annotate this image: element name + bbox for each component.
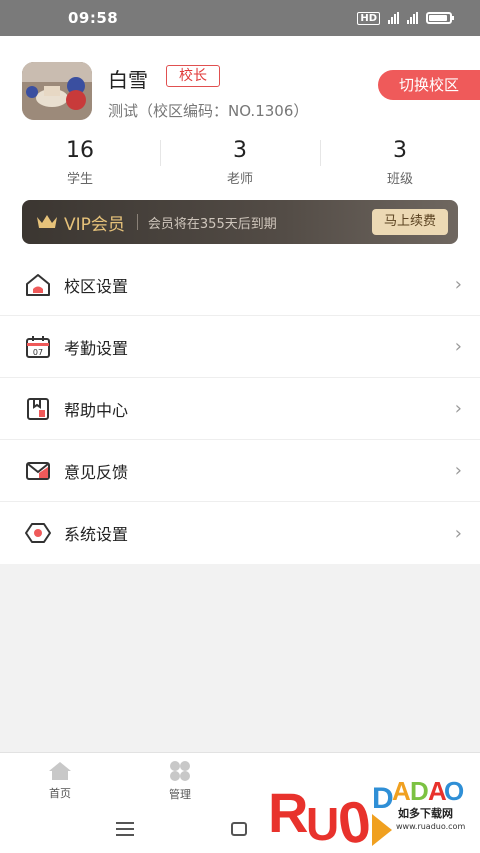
envelope-icon: [24, 457, 52, 485]
stat-value: 16: [66, 138, 94, 163]
chevron-right-icon: ›: [454, 522, 462, 544]
signal-icon-2: [407, 12, 418, 24]
stat-students[interactable]: 16 学生: [0, 136, 160, 192]
chevron-right-icon: ›: [454, 274, 462, 295]
status-icons: HD: [357, 11, 454, 25]
menu-item-system-settings[interactable]: 系统设置 ›: [0, 502, 480, 564]
stat-value: 3: [233, 138, 247, 163]
stat-teachers[interactable]: 3 老师: [160, 136, 320, 192]
svg-text:D: D: [410, 776, 429, 806]
battery-icon: [426, 12, 454, 24]
vip-expiry-text: 会员将在355天后到期: [147, 216, 277, 232]
menu-label: 系统设置: [64, 525, 129, 544]
menu-item-attendance-settings[interactable]: 07 考勤设置 ›: [0, 316, 480, 378]
chevron-right-icon: ›: [454, 398, 462, 419]
grid-icon: [170, 760, 190, 781]
menu-item-help-center[interactable]: 帮助中心 ›: [0, 378, 480, 440]
home-icon: [49, 761, 71, 780]
watermark-cn: 如多下载网: [398, 807, 453, 820]
svg-text:0: 0: [334, 788, 375, 850]
tab-label: 首页: [49, 786, 71, 800]
stat-label: 老师: [226, 172, 253, 187]
tab-home[interactable]: 首页: [0, 753, 120, 808]
tab-label: 管理: [169, 787, 191, 801]
status-time: 09:58: [68, 9, 119, 27]
profile-card: 白雪 校长 测试（校区编码：NO.1306） 切换校区 16 学生 3 老师 3…: [0, 36, 480, 258]
stat-label: 学生: [66, 172, 93, 187]
svg-text:O: O: [444, 776, 464, 806]
svg-text:D: D: [372, 782, 394, 815]
chevron-right-icon: ›: [454, 336, 462, 357]
settings-menu: 校区设置 › 07 考勤设置 › 帮助中心 › 意见反馈 › 系统设置 ›: [0, 254, 480, 564]
user-name: 白雪: [108, 68, 148, 92]
menu-label: 考勤设置: [64, 338, 129, 358]
settings-hex-icon: [24, 519, 52, 547]
calendar-icon: 07: [24, 333, 52, 361]
nav-home-icon[interactable]: [231, 822, 247, 836]
menu-item-feedback[interactable]: 意见反馈 ›: [0, 440, 480, 502]
watermark-url: www.ruaduo.com: [396, 822, 466, 831]
role-badge: 校长: [166, 65, 220, 87]
stat-classes[interactable]: 3 班级: [320, 136, 480, 192]
avatar[interactable]: [22, 62, 92, 120]
vip-title: VIP会员: [64, 214, 125, 235]
chevron-right-icon: ›: [454, 460, 462, 481]
svg-text:R: R: [268, 781, 308, 844]
menu-label: 意见反馈: [64, 462, 129, 482]
menu-label: 帮助中心: [64, 400, 129, 420]
menu-item-campus-settings[interactable]: 校区设置 ›: [0, 254, 480, 316]
stat-value: 3: [393, 138, 407, 163]
renew-button[interactable]: 马上续费: [371, 209, 448, 235]
nav-menu-icon[interactable]: [116, 822, 134, 840]
signal-icon: [388, 12, 399, 24]
vip-banner[interactable]: VIP会员 会员将在355天后到期 马上续费: [22, 200, 458, 244]
switch-campus-button[interactable]: 切换校区: [378, 70, 480, 100]
crown-icon: [37, 215, 57, 228]
school-info: 测试（校区编码：NO.1306）: [108, 102, 309, 120]
menu-label: 校区设置: [64, 276, 129, 296]
stat-label: 班级: [386, 172, 413, 187]
status-bar: 09:58 HD: [0, 0, 480, 36]
svg-text:A: A: [392, 776, 411, 806]
svg-text:U: U: [306, 798, 339, 850]
house-icon: [24, 271, 52, 299]
help-book-icon: [24, 395, 52, 423]
tab-manage[interactable]: 管理: [120, 753, 240, 808]
vip-divider: [136, 214, 138, 230]
hd-icon: HD: [357, 11, 380, 25]
stats-row: 16 学生 3 老师 3 班级: [0, 136, 480, 192]
svg-text:07: 07: [33, 348, 43, 357]
